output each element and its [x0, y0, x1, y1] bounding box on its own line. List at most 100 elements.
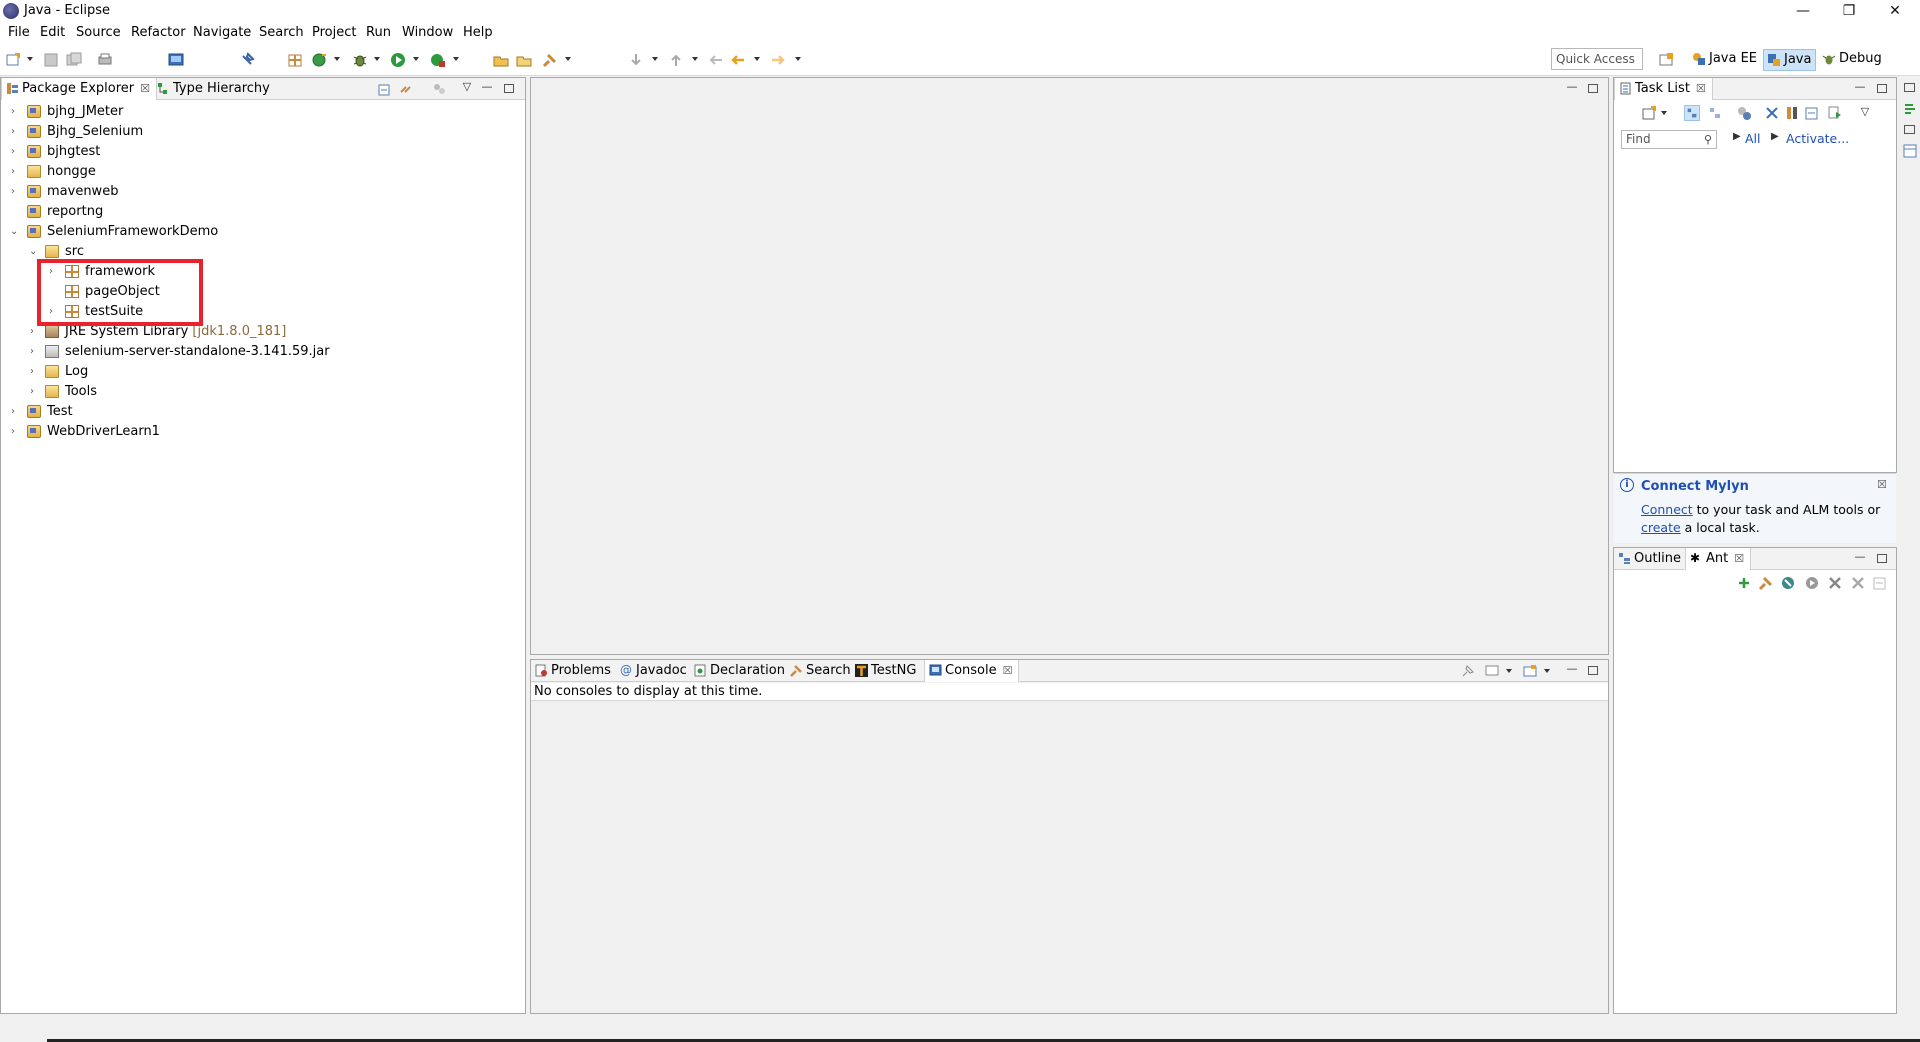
stacked-view-icon[interactable] [1902, 143, 1918, 159]
menu-edit[interactable]: Edit [40, 24, 65, 42]
all-filter-link[interactable]: All [1745, 131, 1761, 146]
close-console-icon[interactable]: ☒ [1003, 664, 1013, 677]
hide-internal-targets-icon[interactable] [1780, 575, 1796, 591]
open-task-icon[interactable] [516, 52, 532, 68]
open-console-dropdown-icon[interactable] [1544, 669, 1550, 673]
connect-link[interactable]: Connect [1641, 502, 1693, 517]
new-package-icon[interactable] [287, 52, 303, 68]
link-with-editor-icon[interactable] [399, 82, 415, 96]
open-type-icon[interactable] [493, 52, 509, 68]
editor-maximize-icon[interactable] [1588, 84, 1598, 93]
task-list-maximize-icon[interactable] [1877, 84, 1887, 93]
collapse-ant-icon[interactable] [1872, 575, 1888, 591]
save-all-icon[interactable] [66, 52, 82, 68]
terminal-icon[interactable] [168, 52, 184, 68]
add-buildfiles-search-icon[interactable] [1758, 575, 1774, 591]
next-annotation-dropdown-icon[interactable] [652, 57, 658, 61]
task-list-minimize-icon[interactable]: — [1854, 81, 1866, 94]
back-dropdown-icon[interactable] [754, 57, 760, 61]
expand-arrow-icon[interactable]: › [11, 402, 21, 422]
new-task-icon[interactable] [1641, 105, 1657, 121]
new-icon[interactable] [5, 52, 21, 68]
tab-testng[interactable]: TestNG [851, 660, 922, 682]
console-maximize-icon[interactable] [1588, 666, 1598, 675]
debug-dropdown-icon[interactable] [374, 57, 380, 61]
last-edit-icon[interactable] [708, 52, 724, 68]
menu-navigate[interactable]: Navigate [193, 24, 251, 42]
tab-outline[interactable]: Outline [1614, 548, 1687, 570]
menu-refactor[interactable]: Refactor [131, 24, 186, 42]
expand-arrow-icon[interactable]: › [30, 362, 40, 382]
perspective-java-ee[interactable]: Java EE [1689, 49, 1761, 71]
tab-javadoc[interactable]: @ Javadoc [616, 660, 693, 682]
close-mylyn-icon[interactable]: ☒ [1877, 478, 1887, 491]
create-link[interactable]: create [1641, 520, 1681, 535]
expand-arrow-icon[interactable]: › [11, 422, 21, 442]
focus-workweek-icon[interactable] [1736, 105, 1752, 121]
save-icon[interactable] [43, 52, 59, 68]
restore-stack-icon[interactable] [1904, 83, 1915, 92]
menu-help[interactable]: Help [463, 24, 493, 42]
remove-all-icon[interactable] [1850, 575, 1866, 591]
tab-search[interactable]: Search [786, 660, 857, 682]
collapse-all-tasks-icon[interactable] [1804, 105, 1820, 121]
expand-arrow-icon[interactable]: › [30, 382, 40, 402]
tab-task-list[interactable]: Task List ☒ [1614, 78, 1713, 100]
remove-icon[interactable] [1827, 575, 1843, 591]
expand-arrow-icon[interactable]: › [11, 122, 21, 142]
forward-icon[interactable] [770, 52, 786, 68]
debug-icon[interactable] [352, 52, 368, 68]
focus-active-task-icon[interactable] [432, 82, 446, 96]
menu-project[interactable]: Project [312, 24, 356, 42]
filter-completed-icon[interactable] [1764, 105, 1780, 121]
run-target-icon[interactable] [1804, 575, 1820, 591]
close-window-button[interactable]: ✕ [1872, 0, 1918, 24]
tab-declaration[interactable]: Declaration [690, 660, 791, 682]
add-buildfiles-icon[interactable] [1736, 575, 1752, 591]
task-view-menu-icon[interactable]: ▽ [1859, 106, 1871, 119]
expand-arrow-icon[interactable]: › [30, 342, 40, 362]
scheduled-icon[interactable] [1707, 105, 1723, 121]
tab-package-explorer[interactable]: Package Explorer ☒ [1, 78, 158, 100]
back-icon[interactable] [730, 52, 746, 68]
expand-arrow-icon[interactable]: › [11, 102, 21, 122]
external-tools-icon[interactable] [430, 52, 446, 68]
expand-arrow-icon[interactable]: › [11, 162, 21, 182]
pin-stack-icon[interactable] [1902, 101, 1918, 117]
menu-search[interactable]: Search [259, 24, 304, 42]
tab-console[interactable]: Console ☒ [924, 660, 1020, 682]
task-find-input[interactable]: Find ⚲ [1621, 130, 1717, 149]
expand-arrow-icon[interactable]: › [11, 142, 21, 162]
prev-annotation-dropdown-icon[interactable] [692, 57, 698, 61]
search-tool-dropdown-icon[interactable] [565, 57, 571, 61]
minimize-view-icon[interactable]: — [481, 81, 493, 94]
activate-task-link[interactable]: Activate... [1786, 131, 1849, 146]
console-minimize-icon[interactable]: — [1566, 663, 1578, 676]
close-package-explorer-icon[interactable]: ☒ [140, 82, 150, 95]
collapse-all-icon[interactable] [378, 82, 392, 96]
run-dropdown-icon[interactable] [413, 57, 419, 61]
hide-subtasks-icon[interactable] [1784, 105, 1800, 121]
tab-type-hierarchy[interactable]: Type Hierarchy [153, 78, 276, 100]
restore-button[interactable]: ❐ [1826, 0, 1872, 24]
menu-window[interactable]: Window [402, 24, 453, 42]
new-task-dropdown-icon[interactable] [1661, 111, 1667, 115]
prev-annotation-icon[interactable] [668, 52, 684, 68]
open-console-icon[interactable] [1523, 664, 1537, 678]
external-tools-dropdown-icon[interactable] [453, 57, 459, 61]
quick-access-input[interactable]: Quick Access [1551, 48, 1643, 70]
minimize-button[interactable]: — [1780, 0, 1826, 24]
menu-source[interactable]: Source [76, 24, 121, 42]
new-class-dropdown-icon[interactable] [334, 57, 340, 61]
pin-icon[interactable] [239, 52, 255, 68]
perspective-java[interactable]: Java [1763, 49, 1817, 71]
perspective-debug[interactable]: Debug [1819, 49, 1886, 71]
close-ant-icon[interactable]: ☒ [1734, 552, 1744, 565]
menu-file[interactable]: File [8, 24, 30, 42]
new-class-icon[interactable] [311, 52, 327, 68]
menu-run[interactable]: Run [366, 24, 391, 42]
editor-minimize-icon[interactable]: — [1566, 81, 1578, 94]
tab-ant[interactable]: ✱ Ant ☒ [1685, 548, 1752, 570]
display-console-icon[interactable] [1485, 664, 1499, 678]
pin-console-icon[interactable] [1461, 664, 1475, 678]
